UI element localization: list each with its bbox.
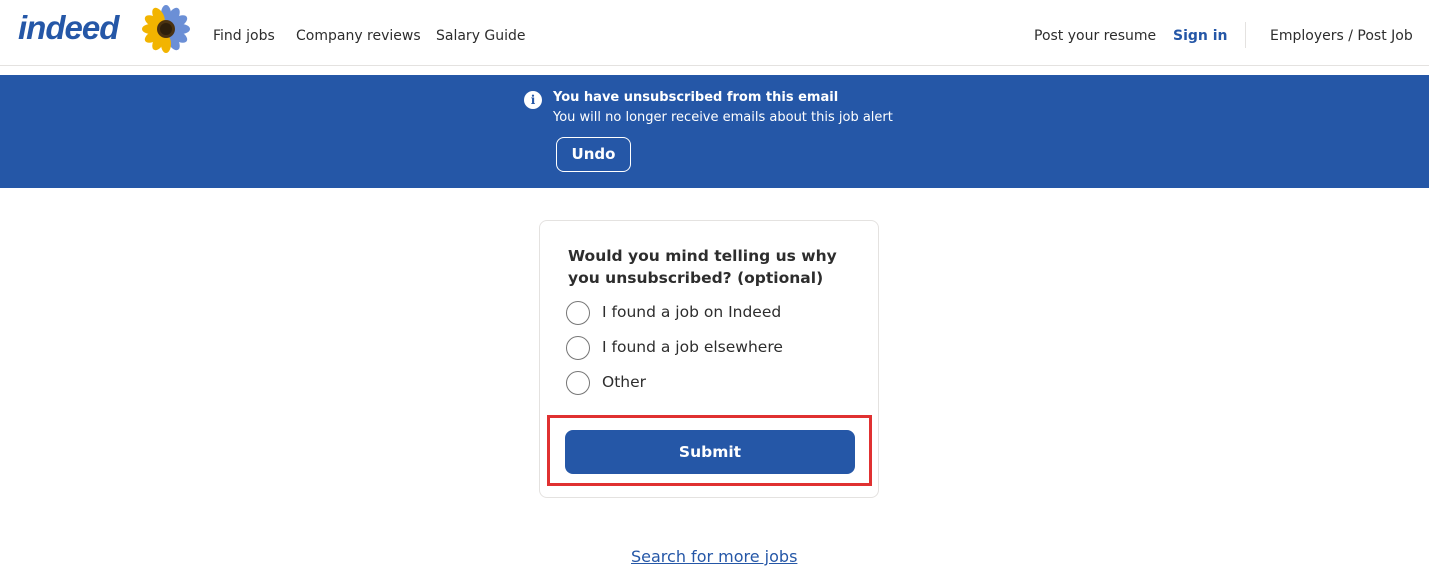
nav-find-jobs[interactable]: Find jobs	[213, 27, 275, 45]
undo-button[interactable]: Undo	[556, 137, 631, 172]
unsubscribe-banner: i You have unsubscribed from this email …	[0, 75, 1429, 188]
survey-option-found-job-elsewhere[interactable]: I found a job elsewhere	[566, 336, 856, 362]
nav-employers-post-job[interactable]: Employers / Post Job	[1270, 27, 1413, 45]
submit-button[interactable]: Submit	[565, 430, 855, 474]
nav-company-reviews[interactable]: Company reviews	[296, 27, 421, 45]
sunflower-icon	[142, 5, 190, 53]
indeed-logo[interactable]: indeed	[18, 9, 119, 46]
info-icon: i	[524, 91, 542, 109]
survey-option-other[interactable]: Other	[566, 371, 856, 397]
unsubscribe-survey-card: Would you mind telling us why you unsubs…	[539, 220, 879, 498]
option-label: Other	[602, 373, 647, 391]
radio-button[interactable]	[566, 301, 590, 325]
logo-text: indeed	[18, 9, 119, 46]
search-more-jobs-link[interactable]: Search for more jobs	[631, 547, 797, 566]
banner-subtitle: You will no longer receive emails about …	[553, 110, 893, 125]
radio-button[interactable]	[566, 371, 590, 395]
survey-option-found-job-indeed[interactable]: I found a job on Indeed	[566, 301, 856, 327]
sign-in-link[interactable]: Sign in	[1173, 27, 1228, 45]
option-label: I found a job on Indeed	[602, 303, 782, 321]
top-header: indeed Find jobs Company reviews Salary …	[0, 0, 1429, 66]
nav-salary-guide[interactable]: Salary Guide	[436, 27, 526, 45]
banner-title: You have unsubscribed from this email	[553, 90, 839, 105]
survey-question: Would you mind telling us why you unsubs…	[568, 247, 837, 287]
nav-divider	[1245, 22, 1246, 48]
radio-button[interactable]	[566, 336, 590, 360]
nav-post-resume[interactable]: Post your resume	[1034, 27, 1156, 45]
option-label: I found a job elsewhere	[602, 338, 783, 356]
